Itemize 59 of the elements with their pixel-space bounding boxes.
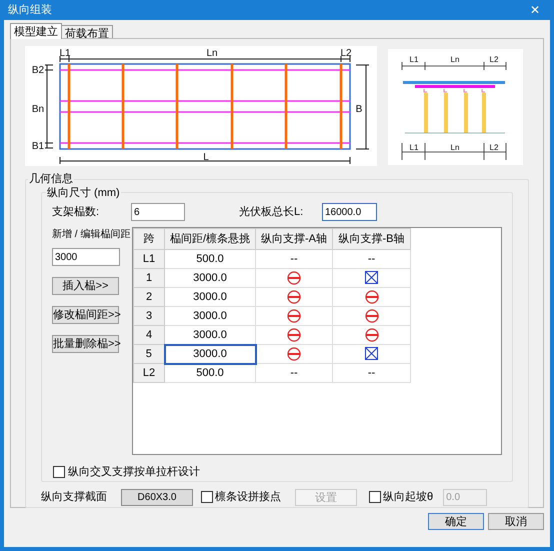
row-header: 4: [134, 326, 164, 344]
row-header: 2: [134, 288, 164, 306]
row-header: 1: [134, 268, 164, 288]
dimension-label: Ln: [450, 55, 460, 64]
table-cell[interactable]: 500.0: [164, 364, 256, 382]
dimension-label: L1: [59, 48, 71, 59]
table-cell: --: [290, 252, 298, 265]
checkbox-label: 纵向交叉支撑按单拉杆设计: [68, 464, 200, 480]
dimension-label: Bn: [32, 104, 44, 115]
table-cell: --: [368, 366, 376, 379]
tab[interactable]: 荷载布置: [61, 25, 113, 39]
dimension-label: L1: [410, 143, 418, 152]
column-header: 纵向支撑-B轴: [332, 228, 410, 250]
table-cell[interactable]: 3000.0: [164, 268, 256, 288]
dimension-label: B2: [32, 65, 44, 76]
checkbox[interactable]: [53, 466, 65, 478]
dimension-label: Ln: [206, 48, 218, 59]
checkbox[interactable]: [369, 491, 381, 503]
section-button[interactable]: D60X3.0: [121, 488, 193, 506]
table-cell[interactable]: 3000.0: [164, 288, 256, 306]
group-title: 纵向尺寸 (mm): [46, 185, 121, 202]
input-field[interactable]: 6: [131, 203, 185, 221]
table-cell[interactable]: 3000.0: [164, 306, 256, 326]
column-header: 榀间距/檩条悬挑: [164, 228, 256, 250]
checkbox-label: 纵向起坡θ: [383, 490, 434, 505]
row-header: 3: [134, 306, 164, 326]
window-title: 纵向组装: [8, 2, 52, 18]
action-button[interactable]: 批量删除榀>>: [52, 335, 119, 353]
table-cell: --: [368, 252, 376, 265]
checkbox-label: 檩条设拼接点: [215, 490, 281, 505]
table-cell[interactable]: 500.0: [164, 250, 256, 268]
dimension-label: L2: [490, 143, 498, 152]
dimension-label: L1: [410, 55, 418, 64]
action-button[interactable]: 插入榀>>: [52, 277, 119, 295]
field-label: 光伏板总长L:: [239, 204, 304, 220]
row-header: L2: [134, 364, 164, 382]
dimension-label: L: [203, 152, 209, 163]
action-button[interactable]: 修改榀间距>>: [52, 306, 119, 324]
dimension-label: Ln: [450, 143, 460, 152]
row-header: 5: [134, 344, 164, 364]
checkbox[interactable]: [201, 491, 213, 503]
dialog-button[interactable]: 取消: [488, 513, 544, 530]
dimension-label: B: [356, 104, 362, 115]
column-header: 跨: [134, 228, 164, 250]
tab[interactable]: 模型建立: [10, 23, 62, 39]
field-label: 支架榀数:: [52, 204, 100, 220]
column-header: 纵向支撑-A轴: [256, 228, 332, 250]
input-field[interactable]: 16000.0: [322, 203, 377, 221]
table-cell[interactable]: 3000.0: [164, 344, 256, 364]
dimension-label: L2: [340, 48, 352, 59]
dimension-label: B1: [32, 141, 44, 152]
field-label: 纵向支撑截面: [41, 490, 108, 505]
close-button[interactable]: ✕: [520, 0, 550, 20]
dialog-button[interactable]: 确定: [428, 513, 484, 530]
input-field[interactable]: 3000: [52, 248, 120, 266]
row-header: L1: [134, 250, 164, 268]
dimension-label: L2: [490, 55, 498, 64]
table-cell: --: [290, 366, 298, 379]
field-label: 新增 / 编辑榀间距: [52, 228, 130, 242]
